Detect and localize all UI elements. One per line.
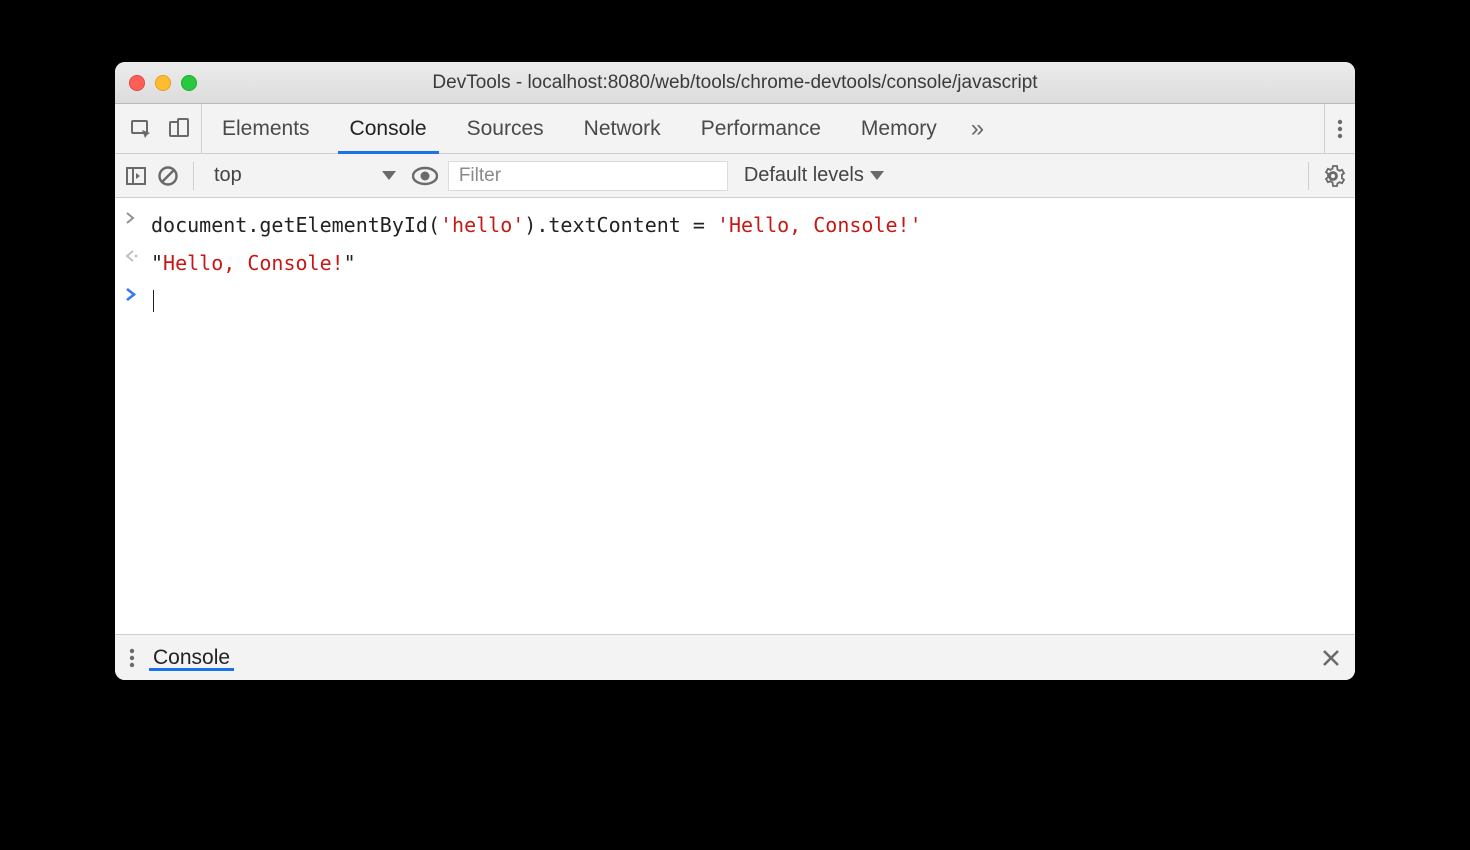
console-input-row: document.getElementById('hello').textCon… [115,206,1355,244]
console-settings-icon[interactable] [1321,164,1345,188]
output-gutter-icon [125,246,151,262]
kebab-menu-icon[interactable] [1337,117,1343,141]
drawer-kebab-menu-icon[interactable] [129,646,135,670]
tab-memory[interactable]: Memory [841,104,957,153]
console-output-value: "Hello, Console!" [151,246,356,280]
tabbar-right [1324,104,1355,153]
separator [193,162,194,190]
device-toolbar-icon[interactable] [167,117,191,141]
tabs: Elements Console Sources Network Perform… [202,104,998,153]
zoom-window-button[interactable] [181,75,197,91]
console-prompt-input[interactable] [151,284,154,318]
drawer-tab-console[interactable]: Console [149,646,234,670]
chevron-double-right-icon: » [971,115,984,143]
console-input-code: document.getElementById('hello').textCon… [151,208,922,242]
prompt-gutter-icon [125,284,151,301]
main-tabbar: Elements Console Sources Network Perform… [115,104,1355,154]
tab-elements[interactable]: Elements [202,104,330,153]
window-title: DevTools - localhost:8080/web/tools/chro… [115,72,1355,94]
titlebar[interactable]: DevTools - localhost:8080/web/tools/chro… [115,62,1355,104]
drawer: Console [115,634,1355,680]
tabbar-left-tools [115,104,202,153]
minimize-window-button[interactable] [155,75,171,91]
tab-network[interactable]: Network [564,104,681,153]
chevron-down-icon [870,171,884,180]
close-window-button[interactable] [129,75,145,91]
traffic-lights [129,75,197,91]
tab-sources[interactable]: Sources [447,104,564,153]
inspect-element-icon[interactable] [129,117,153,141]
input-gutter-icon [125,208,151,224]
close-drawer-icon[interactable] [1321,648,1341,668]
console-output[interactable]: document.getElementById('hello').textCon… [115,198,1355,634]
tab-console[interactable]: Console [330,104,447,153]
tabs-overflow-button[interactable]: » [957,104,998,153]
console-toolbar: top Default levels [115,154,1355,198]
console-sidebar-toggle-icon[interactable] [125,165,147,187]
clear-console-icon[interactable] [157,165,179,187]
tab-performance[interactable]: Performance [681,104,841,153]
levels-label: Default levels [744,164,864,187]
console-output-row: "Hello, Console!" [115,244,1355,282]
filter-input[interactable] [448,161,728,191]
live-expression-icon[interactable] [412,166,438,186]
context-value: top [214,164,242,187]
console-prompt-row[interactable] [115,282,1355,320]
execution-context-select[interactable]: top [208,164,402,187]
text-cursor [153,290,154,312]
log-levels-select[interactable]: Default levels [738,164,890,187]
separator [1308,162,1309,190]
devtools-window: DevTools - localhost:8080/web/tools/chro… [115,62,1355,680]
chevron-down-icon [382,171,396,180]
